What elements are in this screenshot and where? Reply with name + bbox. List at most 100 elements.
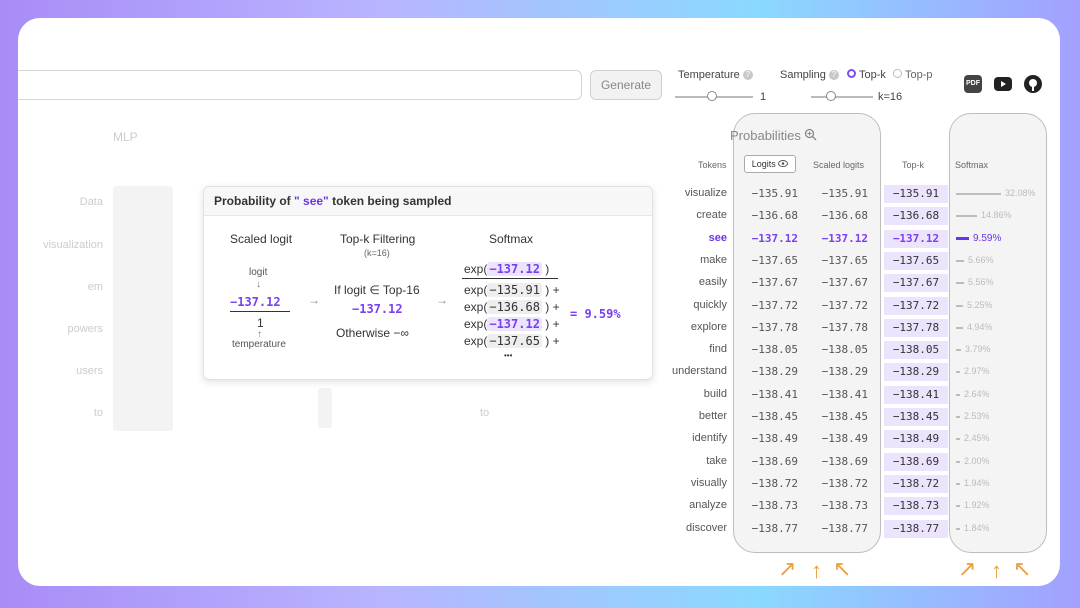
pdf-icon[interactable]: PDF [964,75,982,93]
scaled-logit-cell: −138.49 [821,432,868,446]
softmax-percent: 1.92% [964,500,990,511]
table-row[interactable]: analyze −138.73 −138.73 −138.73 1.92% [18,495,1060,517]
table-row[interactable]: identify −138.49 −138.49 −138.49 2.45% [18,428,1060,450]
topk-cell: −138.73 [884,497,948,516]
token-label: visualize [684,187,727,199]
help-icon[interactable]: ? [742,70,753,80]
table-row[interactable]: find −138.05 −138.05 −138.05 3.79% [18,339,1060,361]
token-label: quickly [693,298,727,311]
topk-cell: −138.29 [884,363,948,382]
softmax-bar [956,349,961,352]
softmax-percent: 2.64% [964,388,990,399]
token-label: find [709,343,727,356]
topk-cell: −137.12 [884,229,948,248]
softmax-bar [956,326,963,329]
scaled-logit-cell: −136.68 [821,209,868,223]
softmax-percent: 32.08% [1005,188,1036,198]
token-label: explore [690,320,727,333]
topk-radio[interactable]: Top-k [847,69,886,81]
logits-toggle-button[interactable]: Logits [744,155,796,173]
scaled-logit-cell: −138.77 [821,521,868,535]
logit-cell: −136.68 [751,209,798,223]
softmax-percent: 2.97% [964,366,990,377]
softmax-bar [956,259,964,262]
table-row[interactable]: make −137.65 −137.65 −137.65 5.66% [18,250,1060,272]
scaled-logit-cell: −137.67 [821,276,868,290]
topk-header: Top-k [902,160,925,170]
k-slider-handle[interactable] [826,91,836,101]
softmax-percent: 5.25% [967,299,993,310]
softmax-percent: 4.94% [967,321,993,332]
logit-cell: −138.77 [751,521,798,535]
logit-cell: −137.12 [751,231,798,245]
table-row[interactable]: visualize −135.91 −135.91 −135.91 32.08% [18,183,1060,205]
logit-cell: −135.91 [751,187,798,200]
table-row[interactable]: create −136.68 −136.68 −136.68 14.86% [18,205,1060,227]
softmax-percent: 5.66% [968,254,994,265]
softmax-percent: 1.84% [964,522,990,533]
scaled-logit-cell: −138.69 [821,454,868,468]
softmax-percent: 2.53% [964,411,990,421]
app-frame: Generate Temperature? 1 Sampling? Top-k … [18,18,1060,586]
softmax-bar [956,193,1001,195]
topk-cell: −138.77 [884,519,948,538]
softmax-bar [956,482,960,485]
radio-selected-icon [847,69,856,78]
logit-cell: −138.69 [751,454,798,468]
topk-cell: −137.72 [884,296,948,315]
k-slider[interactable] [811,96,873,98]
table-row[interactable]: understand −138.29 −138.29 −138.29 2.97% [18,361,1060,383]
token-label: take [706,454,727,467]
topp-radio[interactable]: Top-p [893,69,933,81]
logit-cell: −138.45 [751,410,798,423]
scaled-logits-header: Scaled logits [813,160,865,170]
sampling-label: Sampling? [780,69,839,81]
softmax-percent: 2.45% [964,433,990,444]
softmax-percent: 14.86% [981,210,1012,221]
table-row[interactable]: build −138.41 −138.41 −138.41 2.64% [18,384,1060,406]
token-label: identify [692,432,727,445]
softmax-bar [956,304,963,307]
help-icon[interactable]: ? [828,70,839,80]
zoom-in-icon[interactable] [804,128,817,141]
softmax-bar [956,460,960,463]
youtube-icon[interactable] [994,77,1012,91]
table-row[interactable]: better −138.45 −138.45 −138.45 2.53% [18,406,1060,428]
probabilities-title: Probabilities [730,128,817,143]
token-label: build [703,387,727,400]
temperature-value: 1 [760,91,767,103]
scaled-logit-cell: −135.91 [821,187,868,200]
table-row[interactable]: take −138.69 −138.69 −138.69 2.00% [18,451,1060,473]
table-row[interactable]: explore −137.78 −137.78 −137.78 4.94% [18,317,1060,339]
topk-cell: −138.49 [884,430,948,449]
table-row[interactable]: discover −138.77 −138.77 −138.77 1.84% [18,518,1060,540]
softmax-bar [956,236,969,240]
topk-cell: −137.67 [884,274,948,293]
prompt-input[interactable] [18,70,582,100]
table-row[interactable]: easily −137.67 −137.67 −137.67 5.56% [18,272,1060,294]
radio-icon [893,69,902,78]
softmax-percent: 5.56% [968,277,994,288]
topk-cell: −137.65 [884,251,948,270]
table-row[interactable]: see −137.12 −137.12 −137.12 9.59% [18,228,1060,250]
annotation-arrow-icon: ↗ [958,556,977,581]
logit-cell: −138.73 [751,499,798,513]
token-label: analyze [689,499,727,512]
annotation-arrow-icon: ↖ [833,556,852,581]
table-row[interactable]: quickly −137.72 −137.72 −137.72 5.25% [18,295,1060,317]
token-label: create [696,209,727,222]
topk-cell: −138.69 [884,452,948,471]
github-icon[interactable] [1024,75,1042,93]
logit-cell: −137.78 [751,320,798,334]
softmax-bar [956,527,960,530]
generate-button[interactable]: Generate [590,70,662,100]
annotation-arrow-icon: ↖ [1013,556,1032,581]
softmax-percent: 2.00% [964,455,990,466]
annotation-arrow-icon: ↗ [778,556,797,581]
table-row[interactable]: visually −138.72 −138.72 −138.72 1.94% [18,473,1060,495]
scaled-logit-cell: −137.78 [821,320,868,334]
softmax-header: Softmax [955,160,989,170]
softmax-bar [956,505,960,508]
softmax-bar [956,215,977,218]
temperature-slider-handle[interactable] [707,91,717,101]
